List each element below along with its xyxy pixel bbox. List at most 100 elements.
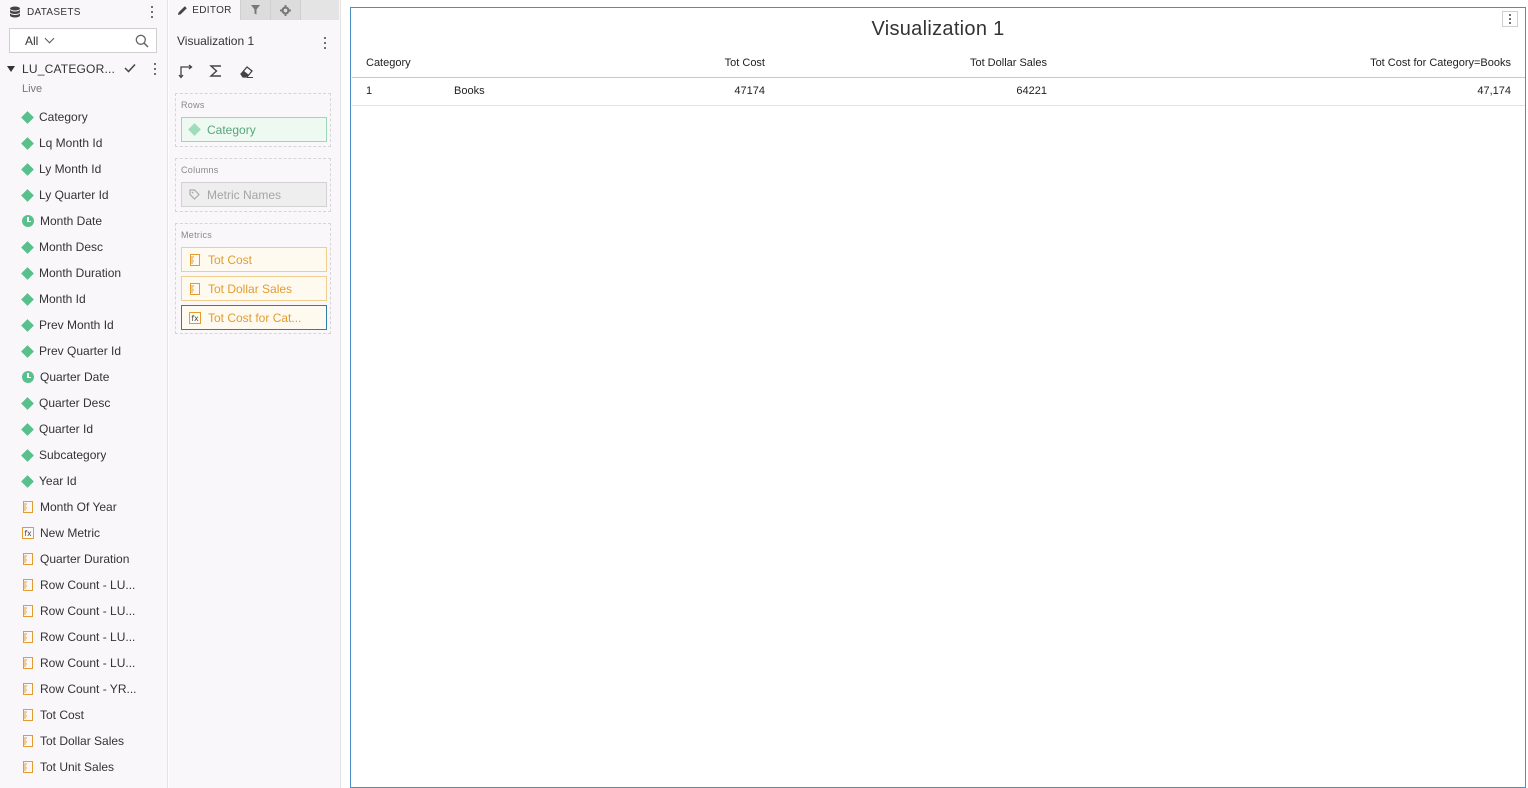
dataset-field-label: Tot Unit Sales <box>40 760 115 774</box>
datasets-title: DATASETS <box>27 6 81 18</box>
search-icon[interactable] <box>135 34 149 48</box>
metrics-pill-tot-cost[interactable]: Tot Cost <box>181 247 327 272</box>
dataset-field-item[interactable]: Month Date <box>0 208 167 234</box>
dataset-field-item[interactable]: Row Count - LU... <box>0 598 167 624</box>
column-header-category[interactable]: Category <box>366 50 411 77</box>
metric-ruler-icon <box>23 709 33 721</box>
dataset-field-item[interactable]: Row Count - YR... <box>0 676 167 702</box>
column-header-tot-dollar-sales[interactable]: Tot Dollar Sales <box>970 50 1047 77</box>
columns-pill-metric-names[interactable]: Metric Names <box>181 182 327 207</box>
attribute-diamond-icon <box>21 344 34 358</box>
totals-button[interactable] <box>208 63 224 79</box>
metrics-label: Metrics <box>181 230 213 240</box>
metrics-dropzone[interactable]: Metrics Tot Cost Tot Dollar Sales fx Tot… <box>175 223 331 334</box>
filter-icon <box>251 5 260 15</box>
collapse-triangle-icon[interactable] <box>7 66 15 72</box>
dataset-field-item[interactable]: Month Of Year <box>0 494 167 520</box>
database-icon <box>10 6 20 18</box>
metric-ruler-icon <box>23 579 33 591</box>
dataset-field-item[interactable]: Month Desc <box>0 234 167 260</box>
dataset-field-item[interactable]: Month Duration <box>0 260 167 286</box>
rows-label: Rows <box>181 100 205 110</box>
dataset-row[interactable]: LU_CATEGOR... <box>0 60 167 78</box>
attribute-diamond-icon <box>188 123 201 136</box>
attribute-diamond-icon <box>21 448 34 462</box>
dataset-field-item[interactable]: Month Id <box>0 286 167 312</box>
rows-pill-category[interactable]: Category <box>181 117 327 142</box>
checkmark-icon <box>124 63 136 73</box>
dataset-field-item[interactable]: Subcategory <box>0 442 167 468</box>
metric-ruler-icon <box>23 761 33 773</box>
metric-ruler-icon <box>190 253 200 266</box>
metrics-pill-tot-cost-for-category[interactable]: fx Tot Cost for Cat... <box>181 305 327 330</box>
metrics-pill-tot-dollar-sales[interactable]: Tot Dollar Sales <box>181 276 327 301</box>
visualization-menu-icon[interactable] <box>1505 14 1515 24</box>
visualization-menu-button[interactable] <box>1502 11 1518 27</box>
dataset-field-item[interactable]: Ly Month Id <box>0 156 167 182</box>
dataset-menu-icon[interactable] <box>150 62 160 76</box>
dataset-field-list: Category Lq Month Id Ly Month Id Ly Quarter… <box>0 104 167 780</box>
dataset-field-item[interactable]: Lq Month Id <box>0 130 167 156</box>
rows-dropzone[interactable]: Rows Category <box>175 93 331 147</box>
dataset-field-item[interactable]: Year Id <box>0 468 167 494</box>
metric-ruler-icon <box>23 657 33 669</box>
columns-dropzone[interactable]: Columns Metric Names <box>175 158 331 212</box>
swap-axes-icon <box>178 64 193 79</box>
attribute-diamond-icon <box>21 318 34 332</box>
attribute-diamond-icon <box>21 188 34 202</box>
dataset-field-item[interactable]: Tot Cost <box>0 702 167 728</box>
cell-tot-dollar-sales[interactable]: 64221 <box>1016 78 1047 105</box>
svg-text:fx: fx <box>24 529 32 538</box>
dataset-field-label: Category <box>39 110 88 124</box>
attribute-diamond-icon <box>21 292 34 306</box>
clear-button[interactable] <box>238 63 254 79</box>
swap-axes-button[interactable] <box>178 63 194 79</box>
column-header-tot-cost-for-category-books[interactable]: Tot Cost for Category=Books <box>1370 50 1511 77</box>
dataset-field-item[interactable]: Ly Quarter Id <box>0 182 167 208</box>
cell-tot-cost-for-category-books[interactable]: 47,174 <box>1477 78 1511 105</box>
dataset-field-label: Row Count - LU... <box>40 578 136 592</box>
dataset-field-item[interactable]: Quarter Duration <box>0 546 167 572</box>
tab-editor-label: EDITOR <box>192 4 232 16</box>
datasets-menu-icon[interactable] <box>147 5 157 19</box>
tab-editor[interactable]: EDITOR <box>169 0 240 20</box>
dataset-field-item[interactable]: fx New Metric <box>0 520 167 546</box>
dataset-field-label: Month Desc <box>39 240 104 254</box>
metric-ruler-icon <box>23 501 33 513</box>
editor-menu-icon[interactable] <box>320 36 330 50</box>
visualization-title: Visualization 1 <box>871 18 1005 40</box>
dataset-field-item[interactable]: Quarter Date <box>0 364 167 390</box>
table-row: 1 Books 47174 64221 47,174 <box>352 78 1525 106</box>
dataset-field-label: Row Count - LU... <box>40 656 136 670</box>
dataset-field-item[interactable]: Row Count - LU... <box>0 650 167 676</box>
dataset-field-item[interactable]: Quarter Id <box>0 416 167 442</box>
dataset-field-item[interactable]: Quarter Desc <box>0 390 167 416</box>
tab-format[interactable] <box>270 0 300 20</box>
visualization-container[interactable]: Visualization 1 Category Tot Cost Tot Do… <box>350 7 1526 788</box>
dataset-field-item[interactable]: Row Count - LU... <box>0 624 167 650</box>
dataset-field-item[interactable]: Category <box>0 104 167 130</box>
editor-panel: EDITOR Visualization 1 Rows Category Col… <box>169 0 341 788</box>
metric-names-tag-icon <box>189 189 200 200</box>
dataset-field-item[interactable]: Prev Month Id <box>0 312 167 338</box>
dataset-field-item[interactable]: Tot Dollar Sales <box>0 728 167 754</box>
column-header-tot-cost[interactable]: Tot Cost <box>725 50 765 77</box>
cell-category-id[interactable]: 1 <box>366 78 372 105</box>
metric-ruler-icon <box>23 605 33 617</box>
svg-text:fx: fx <box>191 314 199 323</box>
dataset-field-label: Month Id <box>39 292 86 306</box>
dataset-field-label: Month Of Year <box>40 500 117 514</box>
dataset-filter-select[interactable]: All <box>10 34 38 48</box>
dataset-field-item[interactable]: Tot Unit Sales <box>0 754 167 780</box>
dataset-field-label: Month Date <box>40 214 103 228</box>
cell-tot-cost[interactable]: 47174 <box>734 78 765 105</box>
chevron-down-icon[interactable] <box>44 33 55 44</box>
tab-filter[interactable] <box>240 0 270 20</box>
datasets-header: DATASETS <box>0 0 167 24</box>
cell-category-desc[interactable]: Books <box>454 78 485 105</box>
dataset-field-item[interactable]: Prev Quarter Id <box>0 338 167 364</box>
editor-viz-name: Visualization 1 <box>177 34 255 48</box>
dataset-filter-box[interactable]: All <box>9 28 157 53</box>
dataset-field-item[interactable]: Row Count - LU... <box>0 572 167 598</box>
attribute-diamond-icon <box>21 422 34 436</box>
